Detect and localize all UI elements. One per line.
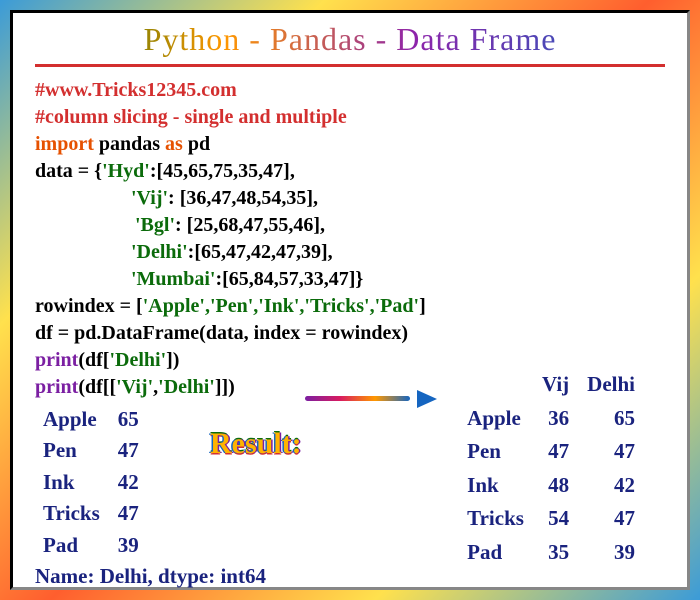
fn-print: print [35, 349, 78, 371]
kw-as: as [165, 133, 183, 155]
table-row: Pad3539 [459, 537, 645, 571]
dict-key: 'Mumbai' [131, 268, 215, 290]
table-row: Apple65 [35, 405, 149, 436]
table-row: Ink42 [35, 468, 149, 499]
dict-key: 'Vij' [131, 187, 168, 209]
dict-key: 'Hyd' [102, 160, 150, 182]
table-row: Pen4747 [459, 436, 645, 470]
txt: : [25,68,47,55,46], [175, 214, 325, 236]
dict-key: 'Bgl' [135, 214, 175, 236]
dataframe-output: VijDelhi Apple3665 Pen4747 Ink4842 Trick… [459, 369, 645, 570]
str: 'Delhi' [158, 376, 215, 398]
comment-line: #www.Tricks12345.com [35, 79, 237, 101]
table-row: Ink4842 [459, 470, 645, 504]
table-row: Pad39 [35, 531, 149, 562]
table-row: Tricks47 [35, 499, 149, 530]
table-row: Pen47 [35, 436, 149, 467]
txt: rowindex = [ [35, 295, 143, 317]
txt: (df[[ [78, 376, 116, 398]
arrow-icon [305, 389, 435, 407]
txt: (df[ [78, 349, 109, 371]
result-area: Result: Apple65 Pen47 Ink42 Tricks47 Pad… [35, 405, 665, 591]
txt: data = { [35, 160, 102, 182]
txt: :[45,65,75,35,47], [150, 160, 295, 182]
txt: pd [183, 133, 210, 155]
txt: : [36,47,48,54,35], [168, 187, 318, 209]
str: 'Delhi' [109, 349, 166, 371]
table-header: VijDelhi [459, 369, 645, 403]
series-output: Apple65 Pen47 Ink42 Tricks47 Pad39 [35, 405, 149, 562]
result-label: Result: [210, 427, 302, 461]
table-row: Tricks5447 [459, 503, 645, 537]
txt: :[65,84,57,33,47]} [215, 268, 363, 290]
txt: ] [419, 295, 426, 317]
txt: pandas [94, 133, 165, 155]
txt: :[65,47,42,47,39], [188, 241, 333, 263]
txt: df = pd.DataFrame(data, index = rowindex… [35, 322, 408, 344]
table-row: Apple3665 [459, 403, 645, 437]
txt: ]) [166, 349, 179, 371]
series-footer: Name: Delhi, dtype: int64 [35, 562, 266, 591]
kw-import: import [35, 133, 94, 155]
page-title: Python - Pandas - Data Frame [35, 21, 665, 67]
comment-line: #column slicing - single and multiple [35, 106, 347, 128]
txt: ]]) [215, 376, 235, 398]
output-right: VijDelhi Apple3665 Pen4747 Ink4842 Trick… [459, 369, 645, 570]
card: Python - Pandas - Data Frame #www.Tricks… [10, 10, 690, 590]
dict-key: 'Delhi' [131, 241, 188, 263]
code-block: #www.Tricks12345.com #column slicing - s… [35, 77, 665, 401]
str: 'Vij' [116, 376, 153, 398]
fn-print: print [35, 376, 78, 398]
list-literal: 'Apple','Pen','Ink','Tricks','Pad' [143, 295, 419, 317]
